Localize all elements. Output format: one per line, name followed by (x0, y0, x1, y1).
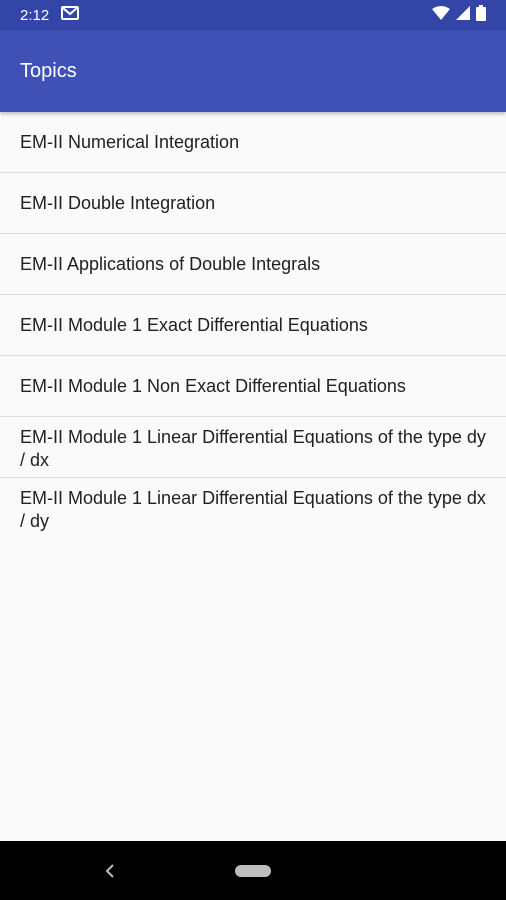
list-item-label: EM-II Module 1 Exact Differential Equati… (20, 314, 368, 335)
list-item[interactable]: EM-II Module 1 Exact Differential Equati… (0, 295, 506, 356)
list-item-label: EM-II Module 1 Non Exact Differential Eq… (20, 375, 406, 396)
navigation-bar (0, 841, 506, 900)
list-item-label: EM-II Module 1 Linear Differential Equat… (20, 488, 486, 531)
list-item[interactable]: EM-II Module 1 Non Exact Differential Eq… (0, 356, 506, 417)
list-item-label: EM-II Double Integration (20, 192, 216, 213)
page-title: Topics (20, 59, 77, 82)
list-item[interactable]: EM-II Module 1 Linear Differential Equat… (0, 417, 506, 478)
battery-icon (476, 5, 486, 25)
list-item[interactable]: EM-II Module 1 Linear Differential Equat… (0, 478, 506, 539)
status-bar: 2:12 (0, 0, 506, 30)
list-item-label: EM-II Numerical Integration (20, 131, 240, 152)
signal-icon (456, 6, 470, 24)
home-icon[interactable] (235, 865, 271, 877)
list-item-label: EM-II Applications of Double Integrals (20, 253, 321, 274)
list-item-label: EM-II Module 1 Linear Differential Equat… (20, 427, 486, 470)
status-time: 2:12 (20, 6, 50, 24)
list-item[interactable]: EM-II Double Integration (0, 173, 506, 234)
list-item[interactable]: EM-II Numerical Integration (0, 112, 506, 173)
wifi-icon (432, 6, 450, 24)
mail-icon (61, 6, 80, 24)
topics-list: EM-II Numerical Integration EM-II Double… (0, 112, 506, 539)
app-bar: Topics (0, 30, 506, 112)
back-icon[interactable] (102, 861, 118, 881)
list-item[interactable]: EM-II Applications of Double Integrals (0, 234, 506, 295)
